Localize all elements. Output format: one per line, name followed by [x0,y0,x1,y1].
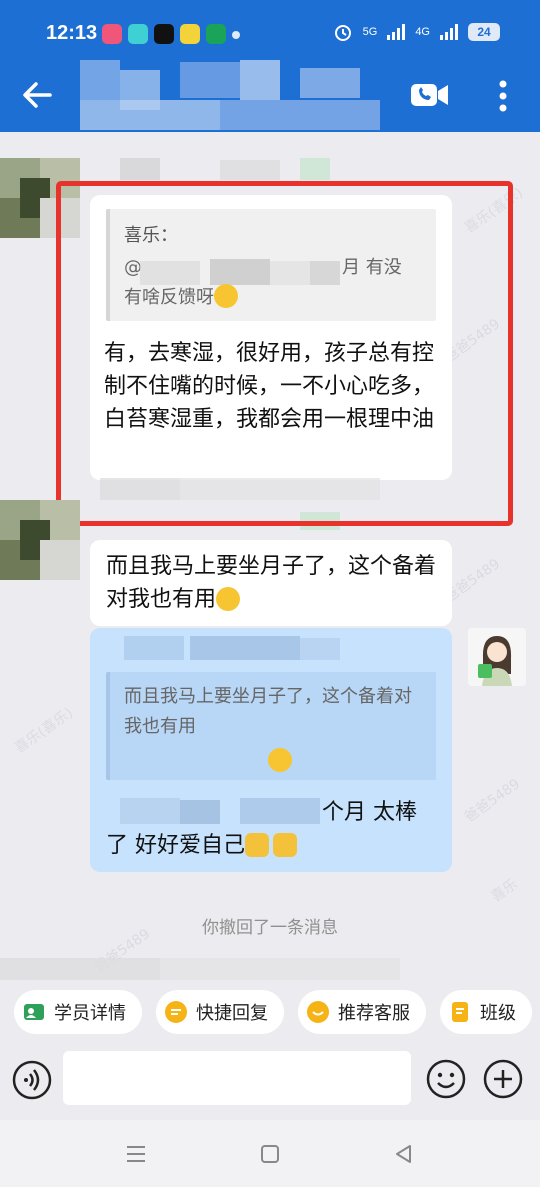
watermark-text: 喜乐(喜乐) [12,705,77,757]
top-bar: 12:13 5G 4G 24 [0,0,540,132]
voice-input-icon[interactable] [12,1060,52,1100]
more-options-icon[interactable] [492,78,514,114]
emoji-icon[interactable] [426,1059,466,1099]
class-icon [452,1002,468,1022]
app-notification-icon [180,24,200,44]
status-time: 12:13 [46,22,98,44]
back-arrow-icon[interactable] [20,78,54,112]
recommend-service-button[interactable]: 推荐客服 [298,990,426,1034]
app-notification-icon [128,24,148,44]
signal-icon [440,24,458,40]
tiktok-icon [154,24,174,44]
my-message-bubble[interactable]: 而且我马上要坐月子了，这个备着对我也有用 个月 太棒 了 好好爱自己 [90,628,452,872]
thumbs-up-icon [245,833,269,857]
wink-emoji-icon [216,587,241,611]
highlight-box [56,181,513,526]
home-icon[interactable] [258,1142,282,1166]
person-card-icon [24,1004,44,1020]
quick-actions-bar: 学员详情 快捷回复 推荐客服 班级 [14,990,532,1034]
student-details-button[interactable]: 学员详情 [14,990,142,1034]
network-4g-label: 4G [415,26,430,38]
chip-label: 快捷回复 [196,1003,268,1024]
battery-level: 24 [468,23,500,41]
system-nav-bar [0,1120,540,1187]
status-right: 5G 4G 24 [333,22,500,42]
recommend-service-icon [307,1001,329,1023]
input-bar [0,1040,540,1120]
my-avatar[interactable] [468,628,526,686]
quick-reply-button[interactable]: 快捷回复 [156,990,284,1034]
app-notification-icon [102,24,122,44]
watermark-text: 喜乐 [488,876,521,906]
contact-avatar[interactable] [0,500,80,580]
chip-label: 推荐客服 [338,1003,410,1024]
thumbs-up-icon [273,833,297,857]
back-nav-icon[interactable] [392,1142,416,1166]
app-notification-icon [206,24,226,44]
message-text: 了 好好爱自己 [106,829,297,862]
message-input[interactable] [63,1051,411,1105]
video-call-icon[interactable] [410,79,450,111]
plus-icon[interactable] [483,1059,523,1099]
watermark-text: 爸爸5489 [461,776,524,826]
message-text: 而且我马上要坐月子了，这个备着对我也有用 [106,554,437,612]
message-bubble[interactable]: 而且我马上要坐月子了，这个备着对我也有用 [90,540,452,626]
chip-label: 班级 [480,1003,516,1024]
quoted-message[interactable]: 而且我马上要坐月子了，这个备着对我也有用 [106,636,436,780]
message-text: 个月 太棒 [322,800,417,825]
network-5g-label: 5G [362,26,378,38]
notification-icons [102,24,240,44]
chip-label: 学员详情 [54,1003,126,1024]
menu-icon[interactable] [124,1142,148,1166]
signal-icon [387,24,406,40]
quoted-text: 而且我马上要坐月子了，这个备着对我也有用 [124,686,412,737]
recalled-message-notice: 你撤回了一条消息 [202,918,338,938]
class-button[interactable]: 班级 [440,990,532,1034]
girl-avatar-icon [468,628,526,686]
more-notifications-dot [232,31,240,39]
quick-reply-icon [165,1001,187,1023]
wink-emoji-icon [268,748,292,772]
alarm-icon [334,25,351,41]
